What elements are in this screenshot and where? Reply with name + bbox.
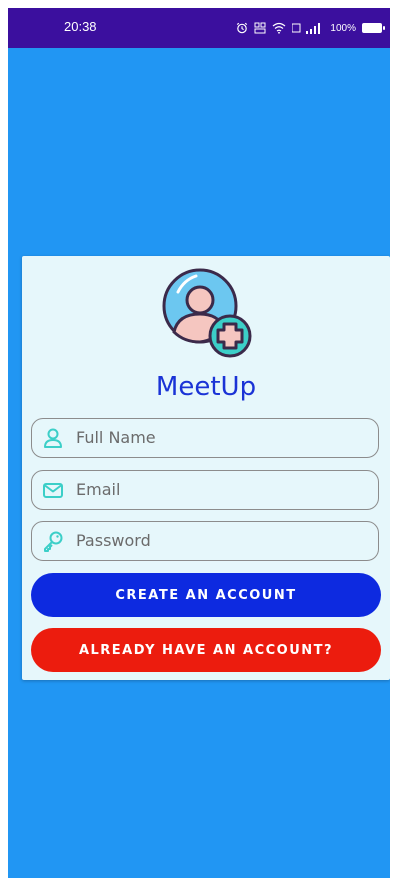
email-input[interactable] [76,471,366,508]
mail-icon [43,483,63,498]
key-icon [44,531,63,552]
battery-percentage: 100% [330,22,356,34]
signal-icon [292,23,321,34]
data-speed-icon [254,22,266,34]
password-input[interactable] [76,522,366,559]
status-bar: 20:38 100% [8,8,390,48]
person-icon [44,428,62,448]
already-have-account-button[interactable]: ALREADY HAVE AN ACCOUNT? [31,628,381,672]
full-name-field[interactable] [31,418,379,458]
password-field[interactable] [31,521,379,561]
app-title: MeetUp [155,372,257,402]
signup-card: MeetUp CREATE AN ACCOUNT ALREADY [22,256,390,680]
email-field[interactable] [31,470,379,510]
status-icons: 100% [236,18,385,38]
app-screen: 20:38 100% MeetUp Full Name Email CREATE… [8,8,390,878]
create-account-button[interactable]: CREATE AN ACCOUNT [31,573,381,617]
status-time: 20:38 [64,19,97,34]
full-name-input[interactable] [76,419,366,456]
add-user-icon [162,268,252,358]
wifi-icon [273,22,286,34]
battery-icon [362,23,385,33]
alarm-icon [237,22,248,34]
